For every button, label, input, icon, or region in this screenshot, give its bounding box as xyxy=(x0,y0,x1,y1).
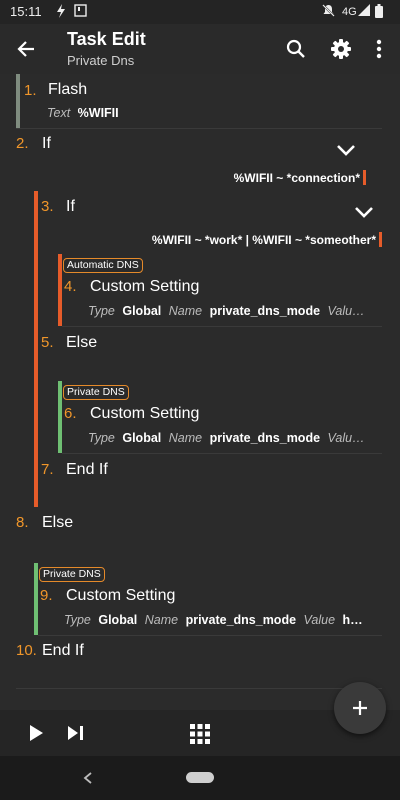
action-args: Type Global Name private_dns_mode Value … xyxy=(64,613,380,627)
condition-color-bar xyxy=(379,232,382,247)
app-bar: Task Edit Private Dns xyxy=(0,24,400,74)
screenshot-status-icon xyxy=(74,4,87,20)
action-number: 8. xyxy=(16,514,29,531)
action-name: Custom Setting xyxy=(90,278,200,295)
action-number: 2. xyxy=(16,135,29,152)
arg-key: Name xyxy=(168,431,203,445)
arg-key: Valu… xyxy=(327,304,365,318)
arg-value: private_dns_mode xyxy=(209,304,321,318)
arg-key: Type xyxy=(88,431,115,445)
action-row[interactable]: Private DNS 6. Custom Setting Type Globa… xyxy=(62,381,382,454)
arg-value: Global xyxy=(122,304,162,318)
action-row[interactable]: 1. Flash Text %WIFII xyxy=(16,74,382,129)
action-label: Automatic DNS xyxy=(63,258,143,273)
action-name: Custom Setting xyxy=(66,587,176,604)
flash-status-icon xyxy=(56,4,66,21)
action-row[interactable]: 2. If %WIFII ~ *connection* xyxy=(16,129,382,191)
home-pill[interactable] xyxy=(186,772,214,783)
signal-icon xyxy=(358,4,370,19)
action-name: End If xyxy=(42,642,84,659)
arg-key: Type xyxy=(88,304,115,318)
status-bar: 15:11 4G xyxy=(0,0,400,24)
skip-next-icon[interactable] xyxy=(67,725,85,741)
if-condition: %WIFII ~ *work* | %WIFII ~ *someother* xyxy=(151,233,376,247)
action-name: Else xyxy=(66,334,98,351)
arg-key: Value xyxy=(303,613,336,627)
action-number: 6. xyxy=(64,405,77,422)
action-args: Text %WIFII xyxy=(47,106,367,120)
condition-color-bar xyxy=(363,170,366,185)
mute-icon xyxy=(322,4,335,20)
grid-icon[interactable] xyxy=(190,724,210,744)
arg-key: Text xyxy=(47,106,71,120)
page-subtitle: Private Dns xyxy=(67,53,135,68)
action-row[interactable]: 8. Else xyxy=(16,507,382,561)
arg-key: Type xyxy=(64,613,91,627)
battery-icon xyxy=(375,4,383,21)
page-title: Task Edit xyxy=(67,29,146,49)
action-row[interactable]: 10. End If xyxy=(16,636,382,689)
action-label: Private DNS xyxy=(63,385,129,400)
action-name: Custom Setting xyxy=(90,405,200,422)
action-number: 4. xyxy=(64,278,77,295)
more-vert-icon[interactable] xyxy=(366,36,392,62)
action-number: 7. xyxy=(41,461,54,478)
action-name: End If xyxy=(66,461,108,478)
action-row[interactable]: 5. Else xyxy=(38,327,382,381)
arg-value: Global xyxy=(98,613,138,627)
action-name: If xyxy=(42,135,51,152)
action-name: Flash xyxy=(48,81,88,98)
action-number: 5. xyxy=(41,334,54,351)
action-list[interactable]: 1. Flash Text %WIFII 2. If %WIFII ~ *con… xyxy=(0,74,400,710)
plus-icon xyxy=(353,701,367,715)
add-action-button[interactable] xyxy=(334,682,386,734)
search-icon[interactable] xyxy=(283,36,309,62)
action-name: Else xyxy=(42,514,74,531)
play-icon[interactable] xyxy=(28,724,44,742)
arg-key: Valu… xyxy=(327,431,365,445)
action-number: 9. xyxy=(40,587,53,604)
action-color-bar xyxy=(16,74,20,128)
arg-key: Name xyxy=(144,613,179,627)
arg-value: private_dns_mode xyxy=(185,613,297,627)
gear-icon[interactable] xyxy=(328,36,354,62)
arg-value: private_dns_mode xyxy=(209,431,321,445)
network-type: 4G xyxy=(342,6,357,18)
system-nav-bar xyxy=(0,756,400,800)
action-number: 3. xyxy=(41,198,54,215)
action-row[interactable]: 3. If %WIFII ~ *work* | %WIFII ~ *someot… xyxy=(38,192,382,252)
action-args: Type Global Name private_dns_mode Valu… xyxy=(88,304,378,318)
status-time: 15:11 xyxy=(10,4,42,19)
action-row[interactable]: Private DNS 9. Custom Setting Type Globa… xyxy=(38,563,382,636)
arrow-left-icon[interactable] xyxy=(13,36,39,62)
action-number: 10. xyxy=(16,642,37,659)
chevron-down-icon[interactable] xyxy=(336,143,356,157)
if-condition: %WIFII ~ *connection* xyxy=(233,171,360,185)
chevron-left-icon[interactable] xyxy=(83,772,93,784)
arg-key: Name xyxy=(168,304,203,318)
action-args: Type Global Name private_dns_mode Valu… xyxy=(88,431,378,445)
arg-value: Global xyxy=(122,431,162,445)
action-name: If xyxy=(66,198,75,215)
arg-value: %WIFII xyxy=(77,106,119,120)
arg-value: h… xyxy=(342,613,363,627)
chevron-down-icon[interactable] xyxy=(354,205,374,219)
action-label: Private DNS xyxy=(39,567,105,582)
action-row[interactable]: 7. End If xyxy=(38,454,382,506)
action-row[interactable]: Automatic DNS 4. Custom Setting Type Glo… xyxy=(62,254,382,327)
action-number: 1. xyxy=(24,82,37,99)
